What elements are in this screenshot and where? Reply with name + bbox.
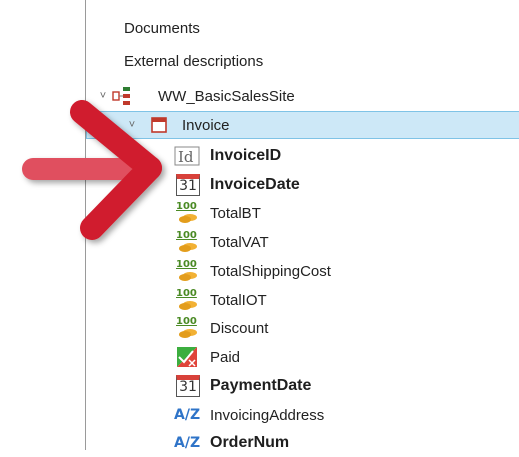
attribute-row[interactable]: 31 PaymentDate [86,372,519,400]
attribute-label: TotalBT [210,204,261,222]
attribute-row[interactable]: Paid [86,343,519,371]
tree-node-module-label: WW_BasicSalesSite [158,87,295,105]
svg-text:Id: Id [178,148,194,166]
attribute-row[interactable]: 100 TotalIOT [86,286,519,314]
attribute-row[interactable]: 100 TotalVAT [86,228,519,256]
boolean-icon [176,346,200,368]
transaction-icon [149,115,173,137]
numeric-icon: 100 [176,202,200,224]
calendar-icon: 31 [176,375,200,397]
tree-node-invoice-label: Invoice [182,116,230,134]
attribute-label: PaymentDate [210,377,312,394]
numeric-icon-text: 100 [176,288,197,299]
attribute-label: TotalShippingCost [210,262,331,280]
numeric-icon-text: 100 [176,259,197,270]
attribute-row[interactable]: 31 InvoiceDate [86,171,519,199]
attribute-row[interactable]: A/Z OrderNum [86,429,519,457]
attribute-label: InvoicingAddress [210,406,325,424]
chevron-down-icon[interactable]: ˅ [98,91,108,102]
character-icon: A/Z [174,404,201,426]
attribute-label: OrderNum [210,434,290,451]
numeric-icon: 100 [176,231,200,253]
attribute-label: TotalIOT [210,291,267,309]
numeric-icon-text: 100 [176,316,197,327]
attribute-label: Discount [210,319,269,337]
attribute-label: TotalVAT [210,233,269,251]
kb-explorer-tree: Documents External descriptions ˅ WW_Bas… [85,0,519,451]
tree-node-external-descriptions-label: External descriptions [124,52,264,70]
attribute-label: InvoiceID [210,147,282,164]
tree-node-documents[interactable]: Documents [86,14,519,42]
tree-node-module[interactable]: ˅ WW_BasicSalesSite [86,82,519,110]
attribute-row[interactable]: 100 TotalShippingCost [86,257,519,285]
numeric-icon-text: 100 [176,201,197,212]
attribute-label: InvoiceDate [210,176,300,193]
calendar-icon-text: 31 [176,375,200,397]
calendar-icon-text: 31 [176,174,200,196]
numeric-icon: 100 [176,289,200,311]
attribute-label: Paid [210,348,241,366]
numeric-icon: 100 [176,317,200,339]
attribute-row[interactable]: 100 Discount [86,314,519,342]
attribute-row[interactable]: 100 TotalBT [86,199,519,227]
attribute-row[interactable]: Id InvoiceID [86,142,519,170]
tree-node-external-descriptions[interactable]: External descriptions [86,47,519,75]
module-tree-icon [111,85,135,107]
character-icon-text: A/Z [174,435,201,451]
numeric-icon-text: 100 [176,230,197,241]
character-icon-text: A/Z [174,407,201,423]
tree-node-invoice[interactable]: ˅ Invoice [86,111,519,139]
character-icon: A/Z [174,432,201,454]
tree-node-documents-label: Documents [124,19,200,37]
id-icon: Id [174,145,200,167]
chevron-down-icon[interactable]: ˅ [127,120,137,131]
attribute-row[interactable]: A/Z InvoicingAddress [86,401,519,429]
calendar-icon: 31 [176,174,200,196]
numeric-icon: 100 [176,260,200,282]
